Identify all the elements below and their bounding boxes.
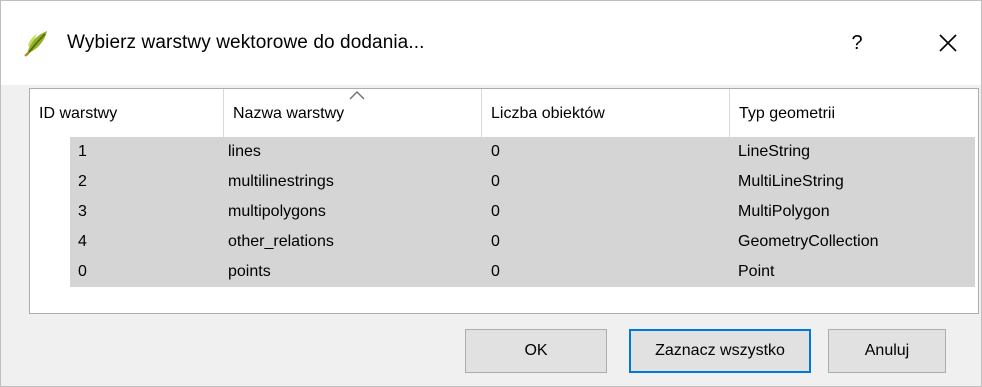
cell-count: 0 (491, 233, 500, 250)
help-button[interactable]: ? (837, 23, 877, 63)
cell-count: 0 (491, 173, 500, 190)
cell-name: points (228, 263, 271, 280)
cell-name: multipolygons (228, 203, 326, 220)
title-bar[interactable]: Wybierz warstwy wektorowe do dodania... … (1, 1, 981, 85)
table-body: 1 lines 0 LineString 2 multilinestrings … (30, 137, 978, 287)
row-selection (70, 257, 975, 287)
row-selection (70, 137, 975, 167)
cell-id: 1 (78, 143, 87, 160)
cell-type: GeometryCollection (738, 233, 879, 250)
close-button[interactable] (925, 23, 971, 63)
cell-type: LineString (738, 143, 811, 160)
cell-type: MultiLineString (738, 173, 844, 190)
cancel-button[interactable]: Anuluj (828, 329, 946, 373)
column-header-id[interactable]: ID warstwy (30, 89, 224, 137)
cell-count: 0 (491, 263, 500, 280)
table-row[interactable]: 4 other_relations 0 GeometryCollection (30, 227, 978, 257)
qgis-logo-icon (24, 31, 47, 57)
cell-name: multilinestrings (228, 173, 334, 190)
sort-ascending-icon (349, 91, 365, 100)
cell-name: other_relations (228, 233, 334, 250)
cell-name: lines (228, 143, 261, 160)
table-row[interactable]: 0 points 0 Point (30, 257, 978, 287)
layers-table[interactable]: ID warstwy Nazwa warstwy Liczba obiektów… (29, 88, 979, 314)
column-header-count[interactable]: Liczba obiektów (482, 89, 730, 137)
column-header-type[interactable]: Typ geometrii (730, 89, 978, 137)
table-row[interactable]: 2 multilinestrings 0 MultiLineString (30, 167, 978, 197)
dialog-title: Wybierz warstwy wektorowe do dodania... (67, 32, 425, 53)
table-row[interactable]: 3 multipolygons 0 MultiPolygon (30, 197, 978, 227)
ok-button[interactable]: OK (465, 329, 607, 373)
cell-id: 3 (78, 203, 87, 220)
cell-count: 0 (491, 203, 500, 220)
cell-type: MultiPolygon (738, 203, 830, 220)
table-header: ID warstwy Nazwa warstwy Liczba obiektów… (30, 89, 978, 137)
select-all-button[interactable]: Zaznacz wszystko (629, 329, 811, 373)
close-icon (939, 34, 957, 52)
cell-id: 0 (78, 263, 87, 280)
cell-id: 2 (78, 173, 87, 190)
row-selection (70, 197, 975, 227)
cell-count: 0 (491, 143, 500, 160)
cell-type: Point (738, 263, 775, 280)
dialog-window: Wybierz warstwy wektorowe do dodania... … (0, 0, 982, 387)
table-row[interactable]: 1 lines 0 LineString (30, 137, 978, 167)
cell-id: 4 (78, 233, 87, 250)
